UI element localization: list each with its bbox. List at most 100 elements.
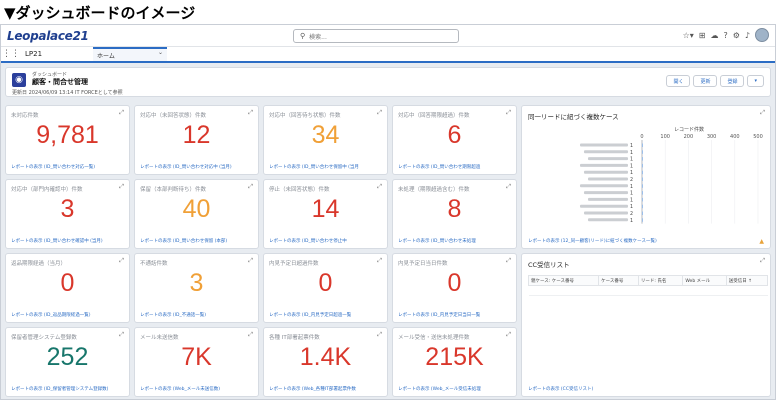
x-tick-label: 100	[660, 134, 670, 140]
expand-icon[interactable]: ⤢	[248, 109, 253, 117]
view-report-link[interactable]: レポートの表示 (ID_問い合わせ確認中 (当月)	[11, 238, 125, 244]
table-card[interactable]: CC受信リスト ⤢ 親ケース: ケース番号 ケース番号 リード: 氏名 Web …	[521, 253, 771, 397]
bar	[642, 157, 643, 161]
metric-value: 3	[60, 195, 75, 223]
expand-icon[interactable]: ⤢	[248, 331, 253, 339]
expand-icon[interactable]: ⤢	[119, 257, 124, 265]
view-report-link[interactable]: レポートの表示 (Web_メール受信未処理	[398, 386, 512, 392]
metric-title: 未処理（期限超過含む）件数	[398, 187, 470, 193]
nav-chevron-down-icon[interactable]: ⌄	[158, 49, 163, 56]
view-report-link[interactable]: レポートの表示 (ID_問い合わせ保留中 (当月	[269, 164, 383, 170]
company-logo[interactable]: Leopalace21	[7, 29, 89, 43]
column-header[interactable]: ケース番号	[598, 275, 639, 286]
expand-icon[interactable]: ⤢	[760, 257, 765, 265]
bar	[642, 211, 643, 215]
view-report-link[interactable]: レポートの表示 (ID_問い合わせ未処理	[398, 238, 512, 244]
metric-value: 9,781	[36, 121, 99, 149]
view-report-link[interactable]: レポートの表示 (ID_問い合わせ保留 (本部)	[140, 238, 254, 244]
bar	[642, 177, 643, 181]
view-report-link[interactable]: レポートの表示 (ID_問い合わせ対応一覧)	[11, 164, 125, 170]
tab-home-label: ホーム	[97, 53, 115, 60]
global-search[interactable]: ⚲ 検索...	[293, 29, 459, 43]
trailhead-icon[interactable]: ☁	[710, 31, 718, 40]
metric-value: 0	[60, 269, 75, 297]
metric-card[interactable]: メール未送信数 ⤢ 7K レポートの表示 (Web_メール未送信数)	[134, 327, 259, 397]
expand-icon[interactable]: ⤢	[377, 183, 382, 191]
column-header[interactable]: 送受信日 ↑	[725, 275, 769, 286]
metric-card[interactable]: 各種 IT部署起票件数 ⤢ 1.4K レポートの表示 (Web_各種IT部署起票…	[263, 327, 388, 397]
expand-icon[interactable]: ⤢	[377, 331, 382, 339]
tab-home[interactable]: ホーム	[93, 47, 167, 61]
expand-icon[interactable]: ⤢	[119, 109, 124, 117]
column-header[interactable]: Web メール	[682, 275, 727, 286]
metric-value: 6	[447, 121, 462, 149]
warning-icon: ▲	[759, 238, 764, 245]
metric-card[interactable]: 対応中（未回答状態）件数 ⤢ 12 レポートの表示 (ID_問い合わせ対応中 (…	[134, 105, 259, 175]
view-report-link[interactable]: レポートの表示 (ID_問い合わせ対応中 (当月)	[140, 164, 254, 170]
open-button[interactable]: 開く	[666, 75, 691, 87]
view-report-link[interactable]: レポートの表示 (ID_問い合わせ期限超過	[398, 164, 512, 170]
metric-card[interactable]: 保留者管理システム登録数 ⤢ 252 レポートの表示 (ID_保留者管理システム…	[5, 327, 130, 397]
favorites-star-icon[interactable]: ☆▾	[683, 31, 694, 40]
metric-title: 内見予定日当日件数	[398, 261, 448, 267]
expand-icon[interactable]: ⤢	[377, 257, 382, 265]
notifications-bell-icon[interactable]: ♪	[745, 31, 750, 40]
column-header[interactable]: 親ケース: ケース番号	[527, 275, 600, 286]
data-label: 1	[630, 170, 633, 176]
more-actions-chevron-down-icon[interactable]: ▾	[747, 75, 764, 87]
metric-card[interactable]: 内見予定日当日件数 ⤢ 0 レポートの表示 (ID_内見予定日当日一覧	[392, 253, 517, 323]
view-report-link[interactable]: レポートの表示 (ID_保留者管理システム登録数)	[11, 386, 125, 392]
view-report-link[interactable]: レポートの表示 (Web_メール未送信数)	[140, 386, 254, 392]
metric-card[interactable]: 未処理（期限超過含む）件数 ⤢ 8 レポートの表示 (ID_問い合わせ未処理	[392, 179, 517, 249]
metric-card[interactable]: 内見予定日超過件数 ⤢ 0 レポートの表示 (ID_内見予定日超過一覧	[263, 253, 388, 323]
column-header[interactable]: リード: 氏名	[637, 275, 684, 286]
user-avatar[interactable]	[755, 28, 769, 42]
category-label-blurred	[584, 191, 628, 195]
subscribe-button[interactable]: 登録	[720, 75, 745, 87]
expand-icon[interactable]: ⤢	[506, 109, 511, 117]
chart-card[interactable]: 同一リードに紐づく複数ケース ⤢ レコード件数 0 100 200 300 400 500…	[521, 105, 771, 249]
category-label-blurred	[588, 157, 628, 161]
refresh-button[interactable]: 更新	[693, 75, 718, 87]
data-label: 1	[630, 157, 633, 163]
chart-view-report-link[interactable]: レポートの表示 (12_同一顧客(リード)に紐づく複数ケース一覧)	[528, 238, 657, 244]
metric-value: 0	[447, 269, 462, 297]
expand-icon[interactable]: ⤢	[119, 183, 124, 191]
view-report-link[interactable]: レポートの表示 (ID_内見予定日超過一覧	[269, 312, 383, 318]
metric-card[interactable]: 対応中（部門内確認中）件数 ⤢ 3 レポートの表示 (ID_問い合わせ確認中 (…	[5, 179, 130, 249]
metric-card[interactable]: 返品期限経過（当月） ⤢ 0 レポートの表示 (ID_返品期限経過一覧)	[5, 253, 130, 323]
metric-card[interactable]: メール受信・送信未処理件数 ⤢ 215K レポートの表示 (Web_メール受信未…	[392, 327, 517, 397]
page-caption: ▼ダッシュボードのイメージ	[4, 4, 196, 22]
expand-icon[interactable]: ⤢	[119, 331, 124, 339]
metric-value: 8	[447, 195, 462, 223]
category-label-blurred	[588, 197, 628, 201]
metric-card[interactable]: 停止（未回答状態）件数 ⤢ 14 レポートの表示 (ID_問い合わせ停止中	[263, 179, 388, 249]
table-view-report-link[interactable]: レポートの表示 (CC受信リスト)	[528, 386, 593, 392]
view-report-link[interactable]: レポートの表示 (ID_不通話一覧)	[140, 312, 254, 318]
add-icon[interactable]: ⊞	[699, 31, 706, 40]
help-icon[interactable]: ?	[723, 31, 727, 40]
expand-icon[interactable]: ⤢	[248, 183, 253, 191]
expand-icon[interactable]: ⤢	[506, 183, 511, 191]
expand-icon[interactable]: ⤢	[377, 109, 382, 117]
expand-icon[interactable]: ⤢	[248, 257, 253, 265]
header-utility-icons: ☆▾ ⊞ ☁ ? ⚙ ♪	[683, 28, 769, 42]
view-report-link[interactable]: レポートの表示 (ID_返品期限経過一覧)	[11, 312, 125, 318]
category-label-blurred	[588, 177, 628, 181]
x-tick-label: 500	[753, 134, 763, 140]
metric-card[interactable]: 保留（本部判断待ち）件数 ⤢ 40 レポートの表示 (ID_問い合わせ保留 (本…	[134, 179, 259, 249]
expand-icon[interactable]: ⤢	[506, 331, 511, 339]
settings-gear-icon[interactable]: ⚙	[733, 31, 740, 40]
metric-card[interactable]: 対応中（回答待ち状態）件数 ⤢ 34 レポートの表示 (ID_問い合わせ保留中 …	[263, 105, 388, 175]
app-launcher-icon[interactable]: ⋮⋮	[1, 49, 21, 59]
view-report-link[interactable]: レポートの表示 (ID_内見予定日当日一覧	[398, 312, 512, 318]
metric-card[interactable]: 未対応件数 ⤢ 9,781 レポートの表示 (ID_問い合わせ対応一覧)	[5, 105, 130, 175]
expand-icon[interactable]: ⤢	[506, 257, 511, 265]
view-report-link[interactable]: レポートの表示 (Web_各種IT部署起票件数	[269, 386, 383, 392]
metric-card[interactable]: 不通話件数 ⤢ 3 レポートの表示 (ID_不通話一覧)	[134, 253, 259, 323]
metric-card[interactable]: 対応中（回答期限超過）件数 ⤢ 6 レポートの表示 (ID_問い合わせ期限超過	[392, 105, 517, 175]
metric-value: 12	[182, 121, 211, 149]
view-report-link[interactable]: レポートの表示 (ID_問い合わせ停止中	[269, 238, 383, 244]
metric-title: 対応中（回答期限超過）件数	[398, 113, 470, 119]
bar	[642, 150, 643, 154]
